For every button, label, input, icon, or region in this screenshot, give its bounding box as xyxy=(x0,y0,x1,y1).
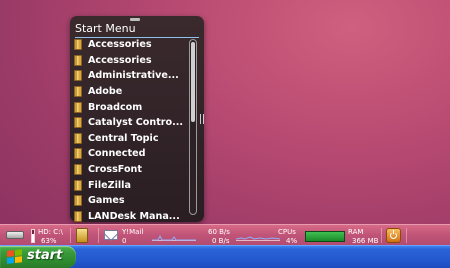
menu-item-label: Broadcom xyxy=(88,101,143,113)
ram-usage-meter xyxy=(305,231,345,242)
menu-item-label: Administrative... xyxy=(88,70,179,82)
cpu-monitor[interactable]: CPUs 4% xyxy=(278,225,302,246)
network-monitor[interactable]: 60 B/s 0 B/s xyxy=(198,225,232,246)
folder-icon xyxy=(74,132,82,144)
drive-label: HD: C:\ xyxy=(38,228,63,236)
menu-item-label: FileZilla xyxy=(88,179,131,191)
menu-item-label: Adobe xyxy=(88,86,123,98)
menu-scrollbar[interactable] xyxy=(189,39,197,215)
menu-item-label: CrossFont xyxy=(88,164,142,176)
mail-count: 0 xyxy=(122,237,127,245)
cpu-graph xyxy=(236,230,280,241)
cpu-percent: 4% xyxy=(286,237,298,245)
folder-icon xyxy=(74,117,82,129)
menu-item-broadcom[interactable]: Broadcom xyxy=(74,99,190,115)
network-download: 0 B/s xyxy=(212,237,230,245)
folder-icon xyxy=(74,148,82,160)
menu-item-label: Accessories xyxy=(88,54,152,66)
ram-monitor[interactable]: RAM 366 MB xyxy=(348,225,380,246)
start-menu-gadget: Start Menu Accessories Accessories Admin… xyxy=(70,16,204,222)
segment-divider xyxy=(70,228,71,243)
menu-item-label: Accessories xyxy=(88,39,152,51)
folder-icon xyxy=(74,86,82,98)
folder-icon xyxy=(74,179,82,191)
drive-usage-fill xyxy=(32,234,34,242)
menu-item-central-topic[interactable]: Central Topic xyxy=(74,131,190,147)
drive-monitor[interactable]: HD: C:\ 63% xyxy=(0,225,68,246)
drag-grip-handle[interactable] xyxy=(130,18,140,21)
drive-usage-meter xyxy=(31,229,35,243)
menu-item-connected[interactable]: Connected xyxy=(74,146,190,162)
power-icon xyxy=(390,230,397,239)
menu-item-accessories-2[interactable]: Accessories xyxy=(74,53,190,69)
gadget-folder-icon xyxy=(76,228,88,243)
menu-item-filezilla[interactable]: FileZilla xyxy=(74,177,190,193)
start-button-label: start xyxy=(27,248,63,263)
ram-value: 366 MB xyxy=(352,237,379,245)
menu-item-label: Catalyst Contro... xyxy=(88,117,184,129)
folder-icon xyxy=(74,164,82,176)
menu-item-label: Games xyxy=(88,195,125,207)
segment-divider xyxy=(98,228,99,243)
menu-item-administrative[interactable]: Administrative... xyxy=(74,68,190,84)
ram-usage-fill xyxy=(306,232,344,241)
ram-label: RAM xyxy=(348,228,364,236)
folder-icon xyxy=(74,210,82,222)
network-graph xyxy=(152,230,196,241)
program-folder-list: Accessories Accessories Administrative..… xyxy=(74,37,190,222)
scrollbar-thumb[interactable] xyxy=(191,42,195,122)
menu-item-catalyst-control[interactable]: Catalyst Contro... xyxy=(74,115,190,131)
segment-divider xyxy=(381,228,382,243)
menu-item-adobe[interactable]: Adobe xyxy=(74,84,190,100)
taskbar: start xyxy=(0,245,450,268)
mail-label: Y!Mail xyxy=(122,228,144,236)
menu-item-label: Central Topic xyxy=(88,132,159,144)
menu-item-accessories[interactable]: Accessories xyxy=(74,37,190,53)
menu-item-games[interactable]: Games xyxy=(74,193,190,209)
network-upload: 60 B/s xyxy=(208,228,230,236)
folder-icon xyxy=(74,195,82,207)
power-button[interactable] xyxy=(386,228,401,243)
folder-icon xyxy=(74,39,82,51)
system-monitor-bar: HD: C:\ 63% Y!Mail 0 60 B/s 0 B/s CPUs 4… xyxy=(0,224,450,245)
menu-item-label: LANDesk Mana... xyxy=(88,210,180,222)
folder-icon xyxy=(74,54,82,66)
drive-percent: 63% xyxy=(41,237,57,245)
menu-item-crossfont[interactable]: CrossFont xyxy=(74,162,190,178)
start-button[interactable]: start xyxy=(0,246,76,268)
start-menu-title: Start Menu xyxy=(75,22,136,35)
folder-icon xyxy=(74,101,82,113)
gadget-tile[interactable] xyxy=(72,225,96,246)
cpu-label: CPUs xyxy=(278,228,296,236)
hard-drive-icon xyxy=(6,231,24,239)
gadget-resize-handle[interactable] xyxy=(200,114,204,124)
mail-monitor[interactable]: Y!Mail 0 xyxy=(100,225,150,246)
menu-item-landesk[interactable]: LANDesk Mana... xyxy=(74,209,190,222)
segment-divider xyxy=(406,228,407,243)
menu-item-label: Connected xyxy=(88,148,146,160)
windows-logo-icon xyxy=(7,249,23,265)
folder-icon xyxy=(74,70,82,82)
envelope-icon xyxy=(104,230,118,240)
